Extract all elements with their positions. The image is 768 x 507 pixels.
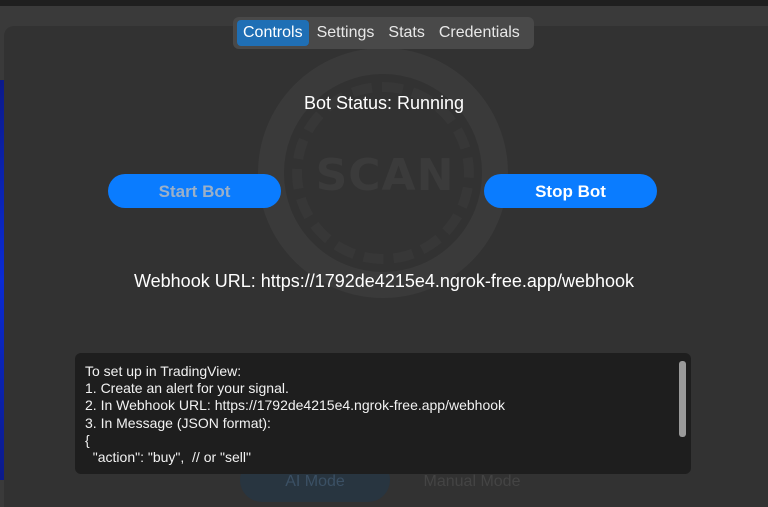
- instructions-line: 1. Create an alert for your signal.: [85, 380, 289, 397]
- tab-bar: Controls Settings Stats Credentials: [233, 17, 534, 49]
- instructions-textbox[interactable]: To set up in TradingView: 1. Create an a…: [75, 353, 691, 474]
- webhook-url-label: Webhook URL: https://1792de4215e4.ngrok-…: [133, 271, 634, 291]
- stop-bot-button[interactable]: Stop Bot: [484, 174, 657, 208]
- logo-watermark-text: SCAN: [315, 150, 455, 201]
- tab-stats[interactable]: Stats: [382, 20, 430, 46]
- instructions-line: {: [85, 431, 90, 448]
- tab-settings[interactable]: Settings: [311, 20, 381, 46]
- instructions-line: 3. In Message (JSON format):: [85, 414, 271, 431]
- start-bot-button[interactable]: Start Bot: [108, 174, 281, 208]
- window-top-bar: [0, 0, 768, 6]
- instructions-scrollbar[interactable]: [679, 361, 686, 437]
- instructions-line: To set up in TradingView:: [85, 363, 242, 379]
- instructions-line: 2. In Webhook URL: https://1792de4215e4.…: [85, 397, 506, 414]
- bot-status-label: Bot Status: Running: [303, 93, 465, 113]
- tab-controls[interactable]: Controls: [237, 20, 309, 46]
- tab-credentials[interactable]: Credentials: [433, 20, 526, 46]
- instructions-line: "action": "buy", // or "sell": [85, 449, 251, 466]
